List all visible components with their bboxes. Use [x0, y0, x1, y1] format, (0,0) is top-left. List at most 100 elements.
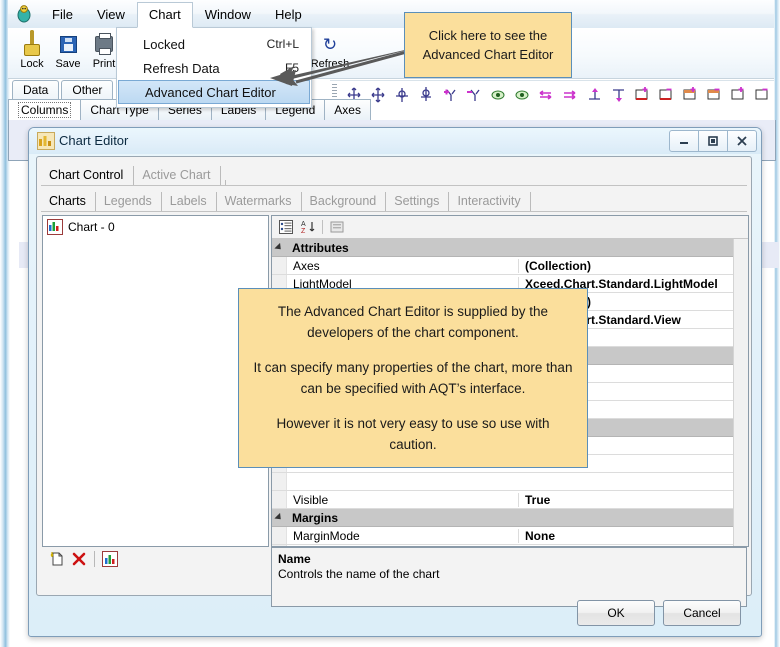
add-chart-orange-icon[interactable] — [680, 85, 700, 105]
tab-legends[interactable]: Legends — [96, 192, 162, 211]
property-row[interactable]: Visible True — [272, 491, 748, 509]
maximize-icon — [708, 136, 718, 146]
property-row[interactable]: MarginMode None — [272, 527, 748, 545]
tooltip-paragraph-3: However it is not very easy to use so us… — [276, 416, 550, 452]
property-value[interactable]: True — [519, 493, 748, 507]
row-gutter — [272, 491, 287, 508]
tab-chart-control[interactable]: Chart Control — [41, 166, 135, 185]
window-frame-left — [0, 0, 10, 647]
tab-other[interactable]: Other — [61, 80, 114, 100]
menu-window[interactable]: Window — [193, 2, 263, 28]
toolbar-separator — [94, 551, 95, 567]
dialog-title: Chart Editor — [59, 133, 129, 148]
property-value[interactable]: (Collection) — [519, 259, 748, 273]
toolbar-label-save: Save — [55, 58, 81, 70]
add-series-icon[interactable] — [440, 85, 460, 105]
expander-icon[interactable] — [272, 509, 286, 526]
lower-icon[interactable] — [608, 85, 628, 105]
property-grid-toolbar: A Z — [272, 216, 748, 239]
chevron-expanded-icon — [274, 512, 284, 523]
property-name: Axes — [287, 258, 519, 273]
tab-columns[interactable]: Columns — [8, 99, 82, 121]
toolbar-button-save[interactable]: Save — [48, 31, 88, 70]
menu-view[interactable]: View — [85, 2, 137, 28]
bar-chart-icon[interactable] — [99, 549, 121, 569]
menuitem-locked-label: Locked — [143, 36, 185, 52]
categorized-icon[interactable] — [275, 218, 297, 236]
callout-line-1: Click here to see the — [428, 28, 548, 43]
remove-plot-icon[interactable] — [752, 85, 772, 105]
tab-settings[interactable]: Settings — [386, 192, 450, 211]
tab-background[interactable]: Background — [302, 192, 387, 211]
tab-data[interactable]: Data — [12, 80, 60, 100]
floppy-disk-icon — [48, 31, 88, 57]
dialog-tabs-level2: Charts Legends Labels Watermarks Backgro… — [41, 189, 747, 212]
callout-line-2: Advanced Chart Editor — [422, 47, 554, 62]
svg-text:Z: Z — [301, 228, 306, 235]
property-category-row[interactable]: Attributes — [272, 239, 748, 257]
tab-interactivity[interactable]: Interactivity — [449, 192, 531, 211]
red-x-icon[interactable] — [68, 549, 90, 569]
charts-list[interactable]: Chart - 0 — [42, 215, 269, 547]
description-title: Name — [278, 552, 311, 566]
add-plot-icon[interactable] — [728, 85, 748, 105]
property-grid-scrollbar[interactable] — [733, 239, 748, 546]
minimize-button[interactable] — [669, 130, 699, 152]
property-pages-icon[interactable] — [326, 218, 348, 236]
svg-text:A: A — [301, 221, 306, 228]
close-button[interactable] — [727, 130, 757, 152]
tab-charts[interactable]: Charts — [41, 192, 96, 211]
maximize-button[interactable] — [698, 130, 728, 152]
property-row[interactable] — [272, 473, 748, 491]
app-logo-icon — [14, 4, 34, 24]
tab-watermarks[interactable]: Watermarks — [217, 192, 302, 211]
property-name: Margins — [292, 510, 339, 525]
dialog-title-bar[interactable]: Chart Editor — [29, 128, 761, 154]
menu-help[interactable]: Help — [263, 2, 314, 28]
remove-series-icon[interactable] — [464, 85, 484, 105]
cancel-button[interactable]: Cancel — [663, 600, 741, 626]
remove-chart-orange-icon[interactable] — [704, 85, 724, 105]
property-value[interactable]: None — [519, 529, 748, 543]
property-row[interactable]: Axes (Collection) — [272, 257, 748, 275]
row-gutter — [272, 473, 287, 490]
close-icon — [737, 136, 747, 146]
toolbar-label-lock: Lock — [20, 58, 44, 70]
property-category-row[interactable]: Margins — [272, 509, 748, 527]
tooltip-paragraph-2: It can specify many properties of the ch… — [253, 360, 573, 396]
show-eye-icon[interactable] — [488, 85, 508, 105]
charts-list-toolbar — [42, 547, 271, 571]
ok-button[interactable]: OK — [577, 600, 655, 626]
tab-axes[interactable]: Axes — [324, 99, 371, 121]
raise-icon[interactable] — [584, 85, 604, 105]
menu-file[interactable]: File — [40, 2, 85, 28]
minimize-icon — [680, 142, 688, 144]
expander-icon[interactable] — [272, 239, 286, 256]
add-chart-red-icon[interactable] — [632, 85, 652, 105]
menu-chart[interactable]: Chart — [136, 1, 193, 28]
align-left-icon[interactable] — [536, 85, 556, 105]
chevron-expanded-icon — [274, 242, 284, 253]
tooltip-paragraph-1: The Advanced Chart Editor is supplied by… — [277, 304, 549, 340]
row-gutter — [272, 257, 287, 274]
sort-az-icon[interactable]: A Z — [297, 218, 319, 236]
align-right-icon[interactable] — [560, 85, 580, 105]
tabs-level1-end — [221, 180, 227, 185]
description-text: Controls the name of the chart — [278, 567, 440, 581]
tabstrip-primary: Data Other — [12, 80, 115, 100]
toolbar-button-lock[interactable]: Lock — [12, 30, 52, 70]
tab-labels-editor[interactable]: Labels — [162, 192, 217, 211]
hide-eye-icon[interactable] — [512, 85, 532, 105]
row-gutter — [272, 527, 287, 544]
new-document-icon[interactable] — [46, 549, 68, 569]
list-item-label: Chart - 0 — [68, 220, 115, 234]
remove-chart-red-icon[interactable] — [656, 85, 676, 105]
chart-window-icon — [37, 132, 55, 150]
tooltip-advanced-chart-editor-info: The Advanced Chart Editor is supplied by… — [238, 288, 588, 468]
tab-active-chart[interactable]: Active Chart — [134, 166, 222, 185]
dialog-tabs-level1: Chart Control Active Chart — [41, 163, 747, 186]
property-name: Visible — [287, 492, 519, 507]
property-name: MarginMode — [287, 528, 519, 543]
list-item[interactable]: Chart - 0 — [43, 216, 268, 236]
window-frame-right — [774, 0, 780, 647]
